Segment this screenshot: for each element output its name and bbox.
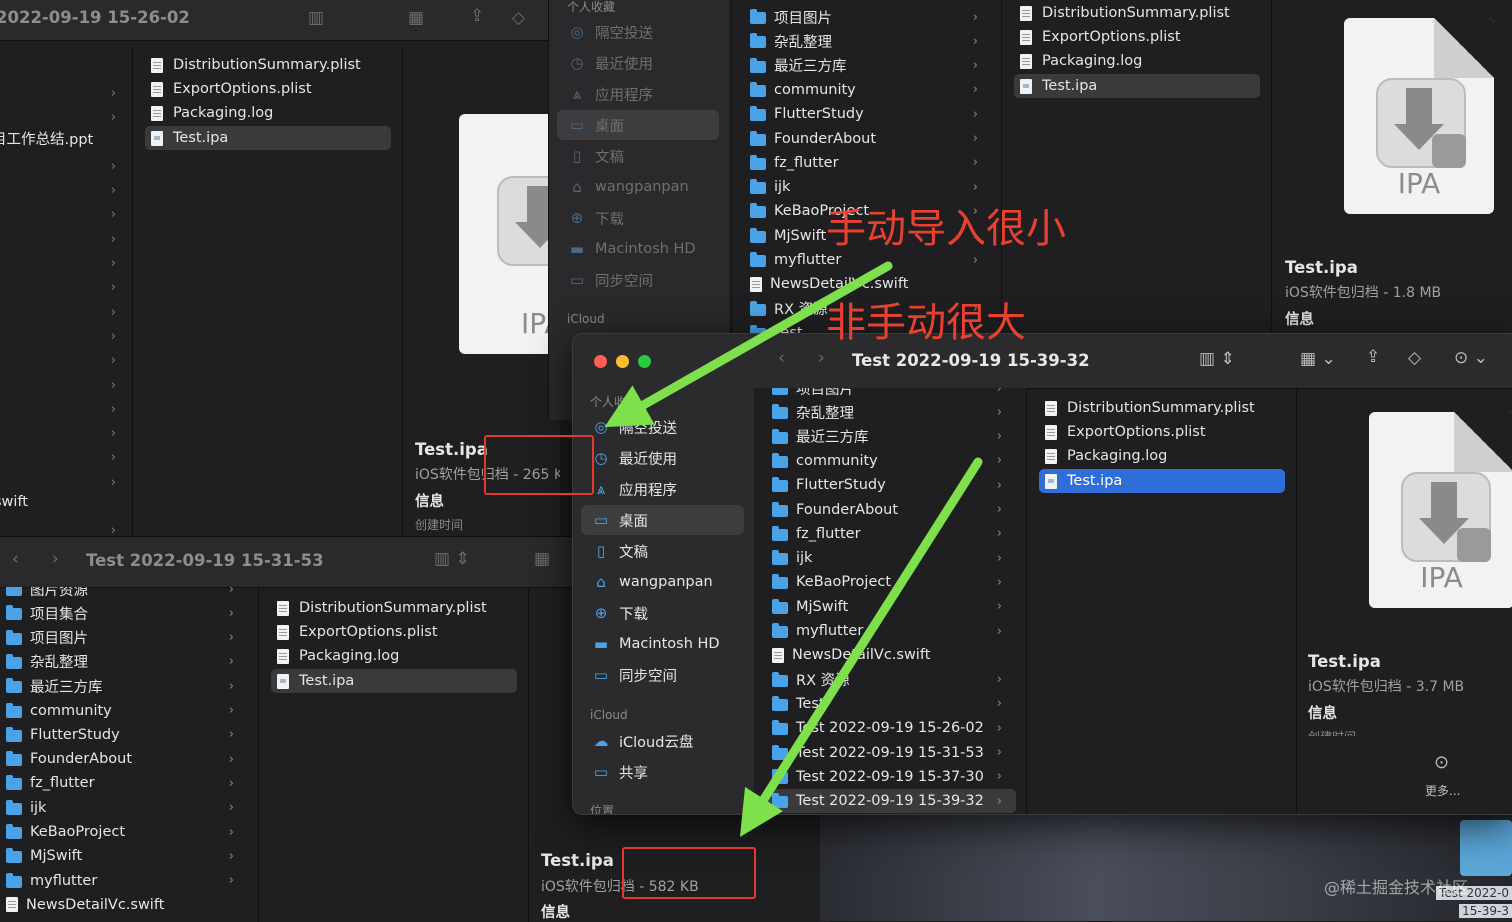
watermark: @稀土掘金技术社区 — [1324, 878, 1469, 897]
arrow-to-latest-folder — [739, 457, 983, 837]
arrow-to-airdrop — [604, 261, 893, 428]
annotation-arrows — [604, 261, 983, 837]
